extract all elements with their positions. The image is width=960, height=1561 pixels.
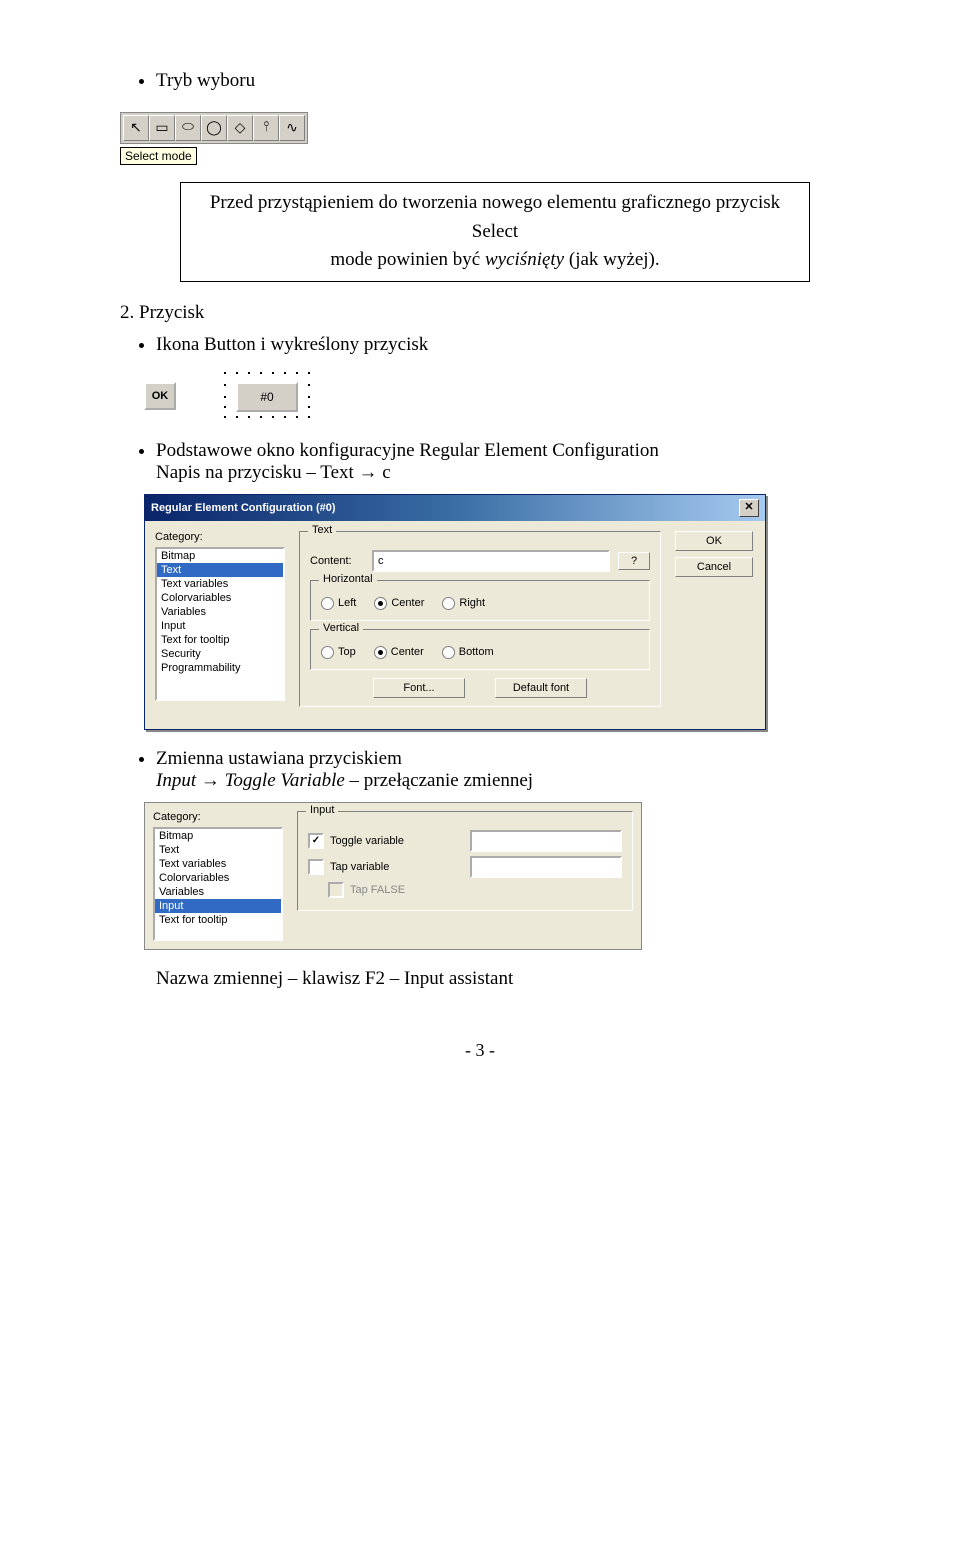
page-number: - 3 - bbox=[120, 1040, 840, 1061]
close-icon[interactable]: ✕ bbox=[739, 499, 759, 517]
vertical-groupbox: Vertical Top Center Bottom bbox=[310, 629, 650, 670]
regular-element-config-dialog: Regular Element Configuration (#0) ✕ Cat… bbox=[144, 494, 766, 730]
list-item[interactable]: Colorvariables bbox=[157, 591, 283, 605]
list-item[interactable]: Bitmap bbox=[157, 549, 283, 563]
list-item[interactable]: Text variables bbox=[157, 577, 283, 591]
bullet-ikona-button: Ikona Button i wykreślony przycisk bbox=[156, 334, 840, 356]
help-button[interactable]: ? bbox=[618, 552, 650, 570]
toolbar-figure: ↖ ▭ ⬭ ◯ ◇ ⫯ ∿ Select mode bbox=[120, 112, 308, 166]
category-label: Category: bbox=[155, 531, 285, 543]
list-item[interactable]: Security bbox=[157, 647, 283, 661]
tool-select-mode-icon[interactable]: ↖ bbox=[123, 115, 149, 141]
bullet-zmienna-ustawiana: Zmienna ustawiana przyciskiem Input → To… bbox=[156, 748, 840, 792]
tap-variable-checkbox[interactable]: Tap variable bbox=[308, 859, 389, 875]
list-item[interactable]: Variables bbox=[155, 885, 281, 899]
radio-left[interactable]: Left bbox=[321, 597, 356, 610]
radio-top[interactable]: Top bbox=[321, 646, 356, 659]
button-sketch: #0 bbox=[216, 366, 316, 426]
list-item[interactable]: Input bbox=[155, 899, 281, 913]
default-font-button[interactable]: Default font bbox=[495, 678, 587, 698]
radio-center-v[interactable]: Center bbox=[374, 646, 424, 659]
font-button[interactable]: Font... bbox=[373, 678, 465, 698]
tool-rect-icon[interactable]: ▭ bbox=[149, 115, 175, 141]
sketched-button[interactable]: #0 bbox=[236, 382, 298, 412]
tool-roundrect-icon[interactable]: ⬭ bbox=[175, 115, 201, 141]
dialog-title: Regular Element Configuration (#0) bbox=[151, 502, 336, 514]
note-box: Przed przystąpieniem do tworzenia nowego… bbox=[180, 182, 810, 282]
toggle-variable-checkbox[interactable]: Toggle variable bbox=[308, 833, 404, 849]
toolbar: ↖ ▭ ⬭ ◯ ◇ ⫯ ∿ bbox=[120, 112, 308, 144]
list-item[interactable]: Text variables bbox=[155, 857, 281, 871]
input-groupbox: Input Toggle variable Tap variable Tap F… bbox=[297, 811, 633, 911]
ok-button[interactable]: OK bbox=[675, 531, 753, 551]
list-item[interactable]: Bitmap bbox=[155, 829, 281, 843]
category-label-2: Category: bbox=[153, 811, 283, 823]
tool-polygon-icon[interactable]: ◇ bbox=[227, 115, 253, 141]
toggle-variable-field[interactable] bbox=[470, 830, 622, 852]
list-item[interactable]: Text bbox=[155, 843, 281, 857]
tool-curve-icon[interactable]: ∿ bbox=[279, 115, 305, 141]
radio-bottom[interactable]: Bottom bbox=[442, 646, 494, 659]
list-item[interactable]: Text for tooltip bbox=[157, 633, 283, 647]
list-item[interactable]: Text bbox=[157, 563, 283, 577]
cancel-button[interactable]: Cancel bbox=[675, 557, 753, 577]
dialog-titlebar: Regular Element Configuration (#0) ✕ bbox=[145, 495, 765, 521]
category-listbox-2[interactable]: Bitmap Text Text variables Colorvariable… bbox=[153, 827, 283, 941]
list-item[interactable]: Programmability bbox=[157, 661, 283, 675]
radio-right[interactable]: Right bbox=[442, 597, 485, 610]
radio-center-h[interactable]: Center bbox=[374, 597, 424, 610]
tap-variable-field[interactable] bbox=[470, 856, 622, 878]
text-groupbox: Text Content: c ? Horizontal Left Center… bbox=[299, 531, 661, 707]
tap-false-checkbox: Tap FALSE bbox=[328, 882, 405, 898]
content-field[interactable]: c bbox=[372, 550, 610, 572]
list-item[interactable]: Variables bbox=[157, 605, 283, 619]
bullet-podstawowe-okno: Podstawowe okno konfiguracyjne Regular E… bbox=[156, 440, 840, 484]
list-item[interactable]: Input bbox=[157, 619, 283, 633]
content-label: Content: bbox=[310, 555, 364, 567]
tool-line-icon[interactable]: ⫯ bbox=[253, 115, 279, 141]
input-config-panel: Category: Bitmap Text Text variables Col… bbox=[144, 802, 642, 950]
section-2-heading: 2. Przycisk bbox=[120, 302, 840, 324]
list-item[interactable]: Text for tooltip bbox=[155, 913, 281, 927]
tool-ellipse-icon[interactable]: ◯ bbox=[201, 115, 227, 141]
nazwa-zmiennej-text: Nazwa zmiennej – klawisz F2 – Input assi… bbox=[156, 968, 840, 990]
horizontal-groupbox: Horizontal Left Center Right bbox=[310, 580, 650, 621]
tooltip-select-mode: Select mode bbox=[120, 147, 197, 165]
ok-icon-button[interactable]: OK bbox=[144, 382, 176, 410]
category-listbox[interactable]: Bitmap Text Text variables Colorvariable… bbox=[155, 547, 285, 701]
bullet-tryb-wyboru: Tryb wyboru bbox=[156, 70, 840, 92]
list-item[interactable]: Colorvariables bbox=[155, 871, 281, 885]
